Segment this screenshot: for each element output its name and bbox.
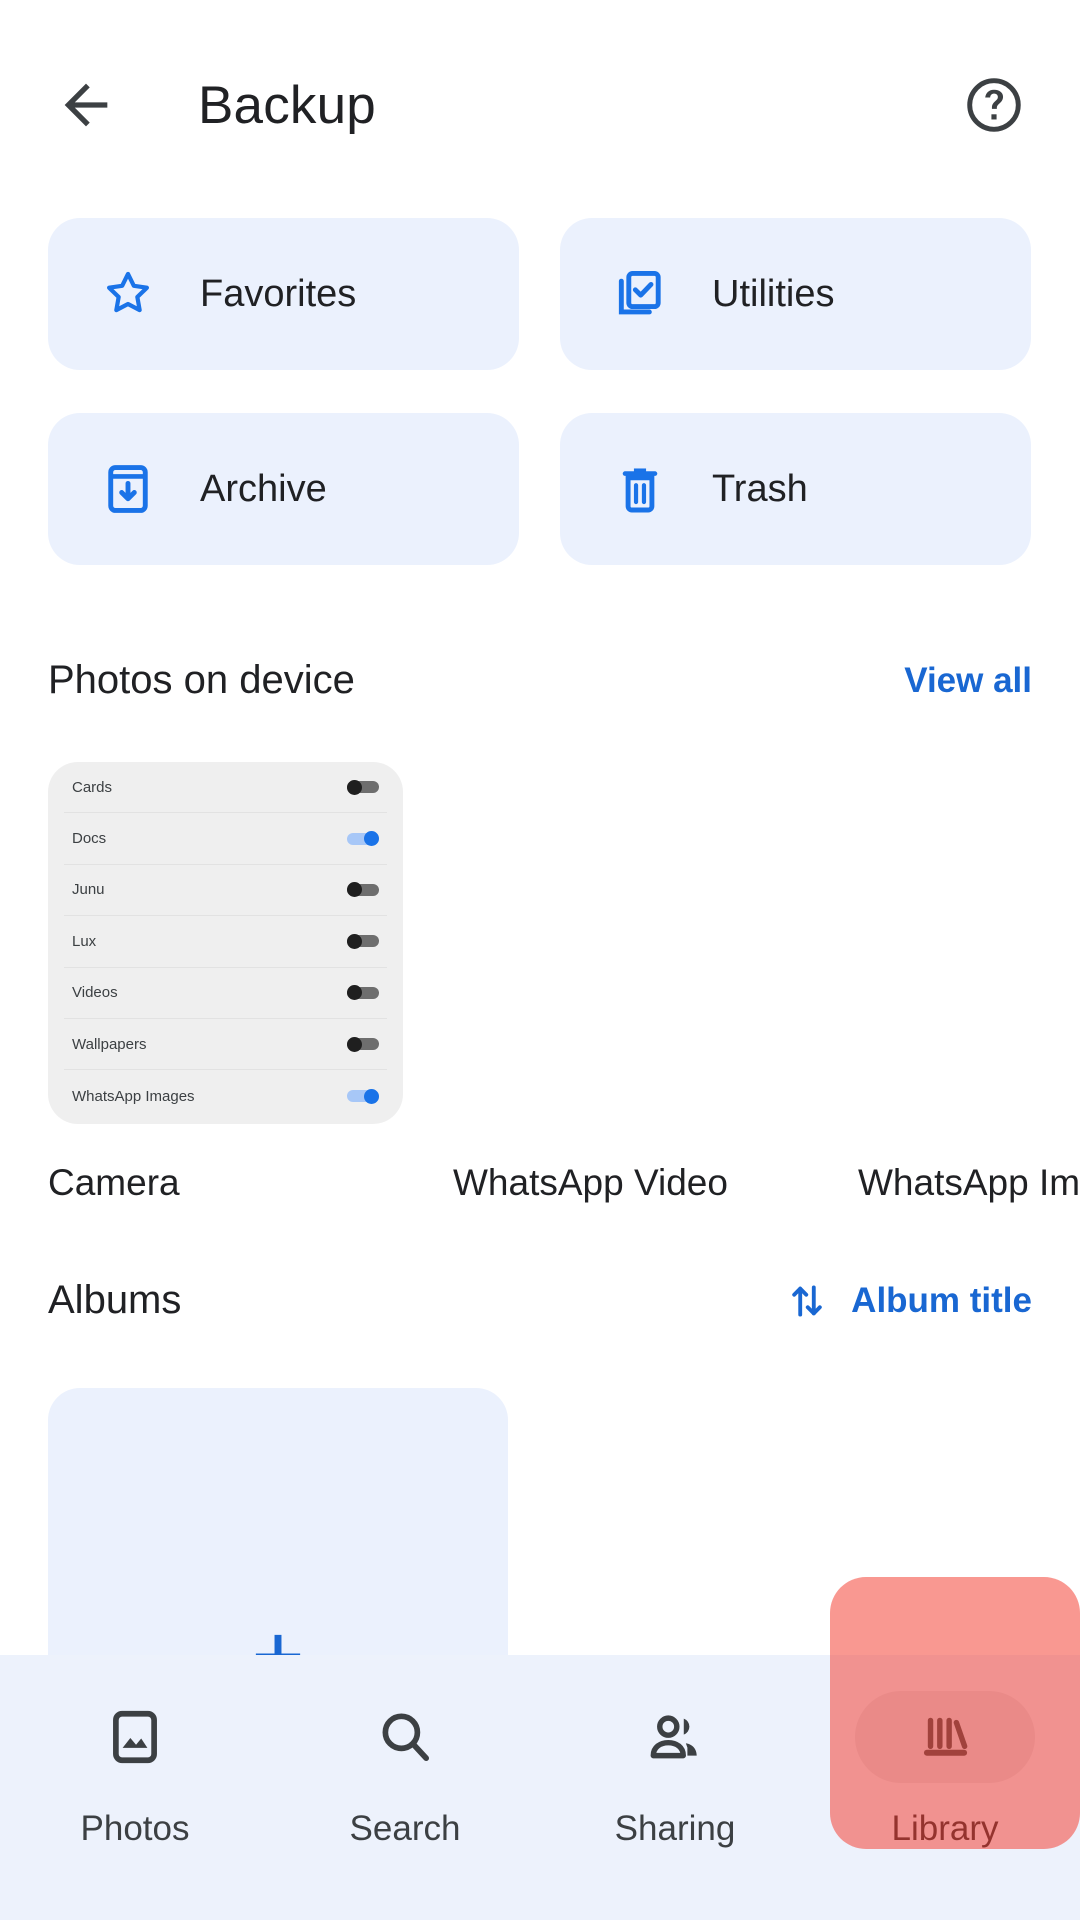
- shortcut-label: Trash: [712, 467, 808, 510]
- shortcut-label: Utilities: [712, 272, 835, 315]
- toggle-switch-off[interactable]: [347, 985, 379, 1001]
- toggle-label: Junu: [72, 881, 105, 899]
- albums-row: [48, 1388, 1080, 1688]
- nav-label: Photos: [80, 1809, 190, 1848]
- toggle-label: WhatsApp Images: [72, 1087, 195, 1105]
- nav-tab-library[interactable]: Library: [810, 1577, 1080, 1849]
- device-folder-thumbnail[interactable]: Cards Docs Junu Lux Videos Wallpapers Wh…: [48, 762, 403, 1124]
- photos-on-device-header: Photos on device View all: [48, 658, 1032, 703]
- toggle-row[interactable]: Videos: [64, 968, 387, 1019]
- nav-icon-wrap: [315, 1691, 495, 1783]
- device-folder-thumbnail[interactable]: [453, 762, 808, 1124]
- albums-sort-control[interactable]: Album title: [785, 1279, 1032, 1323]
- create-album-card[interactable]: [48, 1388, 508, 1688]
- toggle-switch-on[interactable]: [347, 1088, 379, 1104]
- toggle-row[interactable]: Junu: [64, 865, 387, 917]
- section-title: Photos on device: [48, 658, 355, 702]
- toggle-switch-off[interactable]: [347, 933, 379, 949]
- shortcut-card-trash[interactable]: Trash: [560, 413, 1031, 565]
- device-folder-caption: WhatsApp Video: [453, 1162, 728, 1203]
- page-title: Backup: [198, 75, 376, 135]
- library-books-icon: [923, 1717, 968, 1756]
- help-button[interactable]: [952, 63, 1036, 147]
- shortcut-card-archive[interactable]: Archive: [48, 413, 519, 565]
- toggle-row[interactable]: Wallpapers: [64, 1019, 387, 1071]
- nav-label: Library: [891, 1809, 999, 1848]
- section-title: Albums: [48, 1278, 182, 1322]
- toggle-label: Videos: [72, 984, 118, 1002]
- toggle-label: Wallpapers: [72, 1035, 147, 1053]
- shortcut-card-utilities[interactable]: Utilities: [560, 218, 1031, 370]
- star-outline-icon: [100, 266, 156, 322]
- toggle-row[interactable]: Lux: [64, 916, 387, 968]
- nav-tab-search[interactable]: Search: [270, 1691, 540, 1849]
- shortcut-label: Favorites: [200, 272, 357, 315]
- photos-backup-screen: Backup Favorites Utilities Archive Trash…: [0, 0, 1080, 1920]
- back-button[interactable]: [44, 63, 128, 147]
- nav-tab-photos[interactable]: Photos: [0, 1691, 270, 1849]
- help-circle-icon: [967, 78, 1021, 132]
- toggle-switch-off[interactable]: [347, 1036, 379, 1052]
- nav-label: Sharing: [614, 1809, 736, 1848]
- device-folder-item[interactable]: Cards Docs Junu Lux Videos Wallpapers Wh…: [48, 762, 403, 1204]
- albums-header: Albums Album title: [48, 1278, 1032, 1323]
- nav-tab-sharing[interactable]: Sharing: [540, 1691, 810, 1849]
- toggle-switch-on[interactable]: [347, 831, 379, 847]
- view-all-link[interactable]: View all: [904, 661, 1032, 701]
- trash-can-icon: [612, 461, 668, 517]
- magnifier-icon: [382, 1713, 430, 1762]
- device-folder-caption: WhatsApp Im: [858, 1162, 1080, 1203]
- toggle-label: Cards: [72, 778, 113, 796]
- toggle-label: Lux: [72, 932, 97, 950]
- app-bar: Backup: [0, 0, 1080, 210]
- shortcut-grid: Favorites Utilities Archive Trash: [48, 218, 1032, 565]
- device-folder-caption: Camera: [48, 1162, 180, 1203]
- device-folder-thumbnail[interactable]: [858, 762, 1080, 1124]
- device-folder-item[interactable]: WhatsApp Im: [858, 762, 1080, 1204]
- toggle-row[interactable]: Cards: [64, 762, 387, 814]
- nav-icon-wrap: [855, 1691, 1035, 1783]
- photos-on-device-row: Cards Docs Junu Lux Videos Wallpapers Wh…: [48, 762, 1080, 1204]
- utilities-checkbox-icon: [612, 266, 668, 322]
- toggle-row[interactable]: Docs: [64, 813, 387, 865]
- toggle-switch-off[interactable]: [347, 882, 379, 898]
- bottom-navigation-bar: Photos Search Sharing Library: [0, 1577, 1080, 1920]
- toggle-switch-off[interactable]: [347, 779, 379, 795]
- people-icon: [650, 1715, 697, 1759]
- toggle-label: Docs: [72, 830, 107, 848]
- shortcut-label: Archive: [200, 467, 327, 510]
- device-folder-item[interactable]: WhatsApp Video: [453, 762, 808, 1204]
- arrow-left-icon: [64, 83, 108, 127]
- toggle-row[interactable]: WhatsApp Images: [64, 1070, 387, 1121]
- nav-label: Search: [349, 1809, 461, 1848]
- nav-icon-wrap: [585, 1691, 765, 1783]
- albums-sort-label[interactable]: Album title: [851, 1281, 1032, 1321]
- shortcut-card-favorites[interactable]: Favorites: [48, 218, 519, 370]
- nav-icon-wrap: [45, 1691, 225, 1783]
- sort-arrows-icon: [792, 1285, 822, 1316]
- photo-frame-icon: [113, 1710, 157, 1764]
- archive-box-icon: [100, 461, 156, 517]
